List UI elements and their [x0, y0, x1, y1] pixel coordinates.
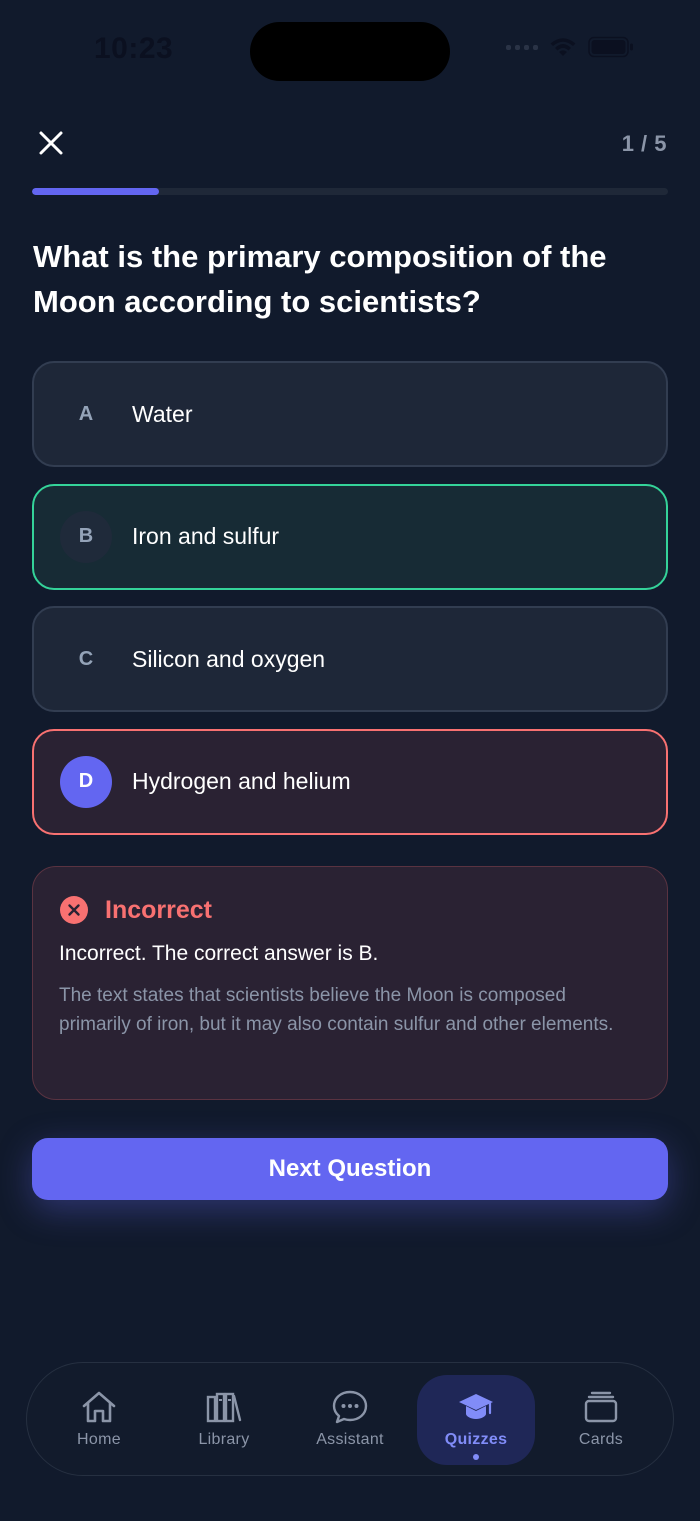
option-letter: A: [78, 402, 94, 425]
signal-icon: [506, 44, 538, 50]
feedback-header: Incorrect: [59, 895, 641, 925]
next-question-button[interactable]: Next Question: [32, 1138, 668, 1200]
option-letter: B: [60, 510, 112, 563]
feedback-explanation: The text states that scientists believe …: [59, 985, 614, 1035]
tab-label: Cards: [578, 1431, 624, 1448]
option-label: Iron and sulfur: [132, 523, 280, 549]
progress-fill: [32, 188, 160, 195]
dynamic-island: [250, 22, 450, 81]
tab-library[interactable]: Library: [165, 1375, 283, 1465]
tab-label: Assistant: [316, 1431, 384, 1448]
progress-bar: [32, 188, 668, 195]
wifi-icon: [550, 38, 576, 56]
feedback-card: Incorrect Incorrect. The correct answer …: [32, 866, 668, 1100]
tab-cards[interactable]: Cards: [542, 1375, 660, 1465]
option-d[interactable]: D Hydrogen and helium: [32, 728, 668, 835]
active-tab-indicator: [473, 1454, 479, 1460]
tab-label: Home: [77, 1431, 121, 1448]
option-label: Hydrogen and helium: [132, 768, 351, 794]
graduation-cap-icon: [459, 1394, 493, 1419]
tab-label: Library: [198, 1431, 250, 1448]
question-text: What is the primary composition of the M…: [33, 239, 607, 319]
battery-icon: [588, 36, 633, 58]
feedback-title: Incorrect: [105, 895, 212, 924]
option-a[interactable]: A Water: [32, 361, 668, 467]
close-button[interactable]: [34, 126, 68, 160]
library-icon: [206, 1392, 242, 1423]
home-icon: [82, 1391, 116, 1423]
question-counter: 1 / 5: [621, 131, 667, 156]
status-bar: 10:23: [0, 0, 700, 100]
status-icons: [506, 36, 634, 58]
status-time: 10:23: [94, 32, 174, 65]
option-label: Silicon and oxygen: [132, 645, 326, 672]
option-b[interactable]: B Iron and sulfur: [32, 483, 668, 590]
option-label: Water: [132, 400, 193, 427]
tab-label: Quizzes: [444, 1431, 508, 1448]
tab-assistant[interactable]: Assistant: [291, 1375, 409, 1465]
tab-home[interactable]: Home: [40, 1375, 158, 1465]
close-icon: [39, 131, 63, 155]
option-letter: C: [78, 647, 94, 670]
feedback-message: Incorrect. The correct answer is B.: [59, 942, 379, 965]
tab-quizzes[interactable]: Quizzes: [417, 1375, 535, 1465]
tab-bar: Home Library Assistant Quizzes Cards: [26, 1362, 674, 1476]
chat-icon: [332, 1390, 368, 1424]
error-icon: [60, 896, 88, 924]
option-letter: D: [60, 755, 112, 808]
answer-options: A Water B Iron and sulfur C Silicon and …: [32, 361, 668, 851]
option-c[interactable]: C Silicon and oxygen: [32, 606, 668, 712]
cards-icon: [584, 1391, 618, 1423]
